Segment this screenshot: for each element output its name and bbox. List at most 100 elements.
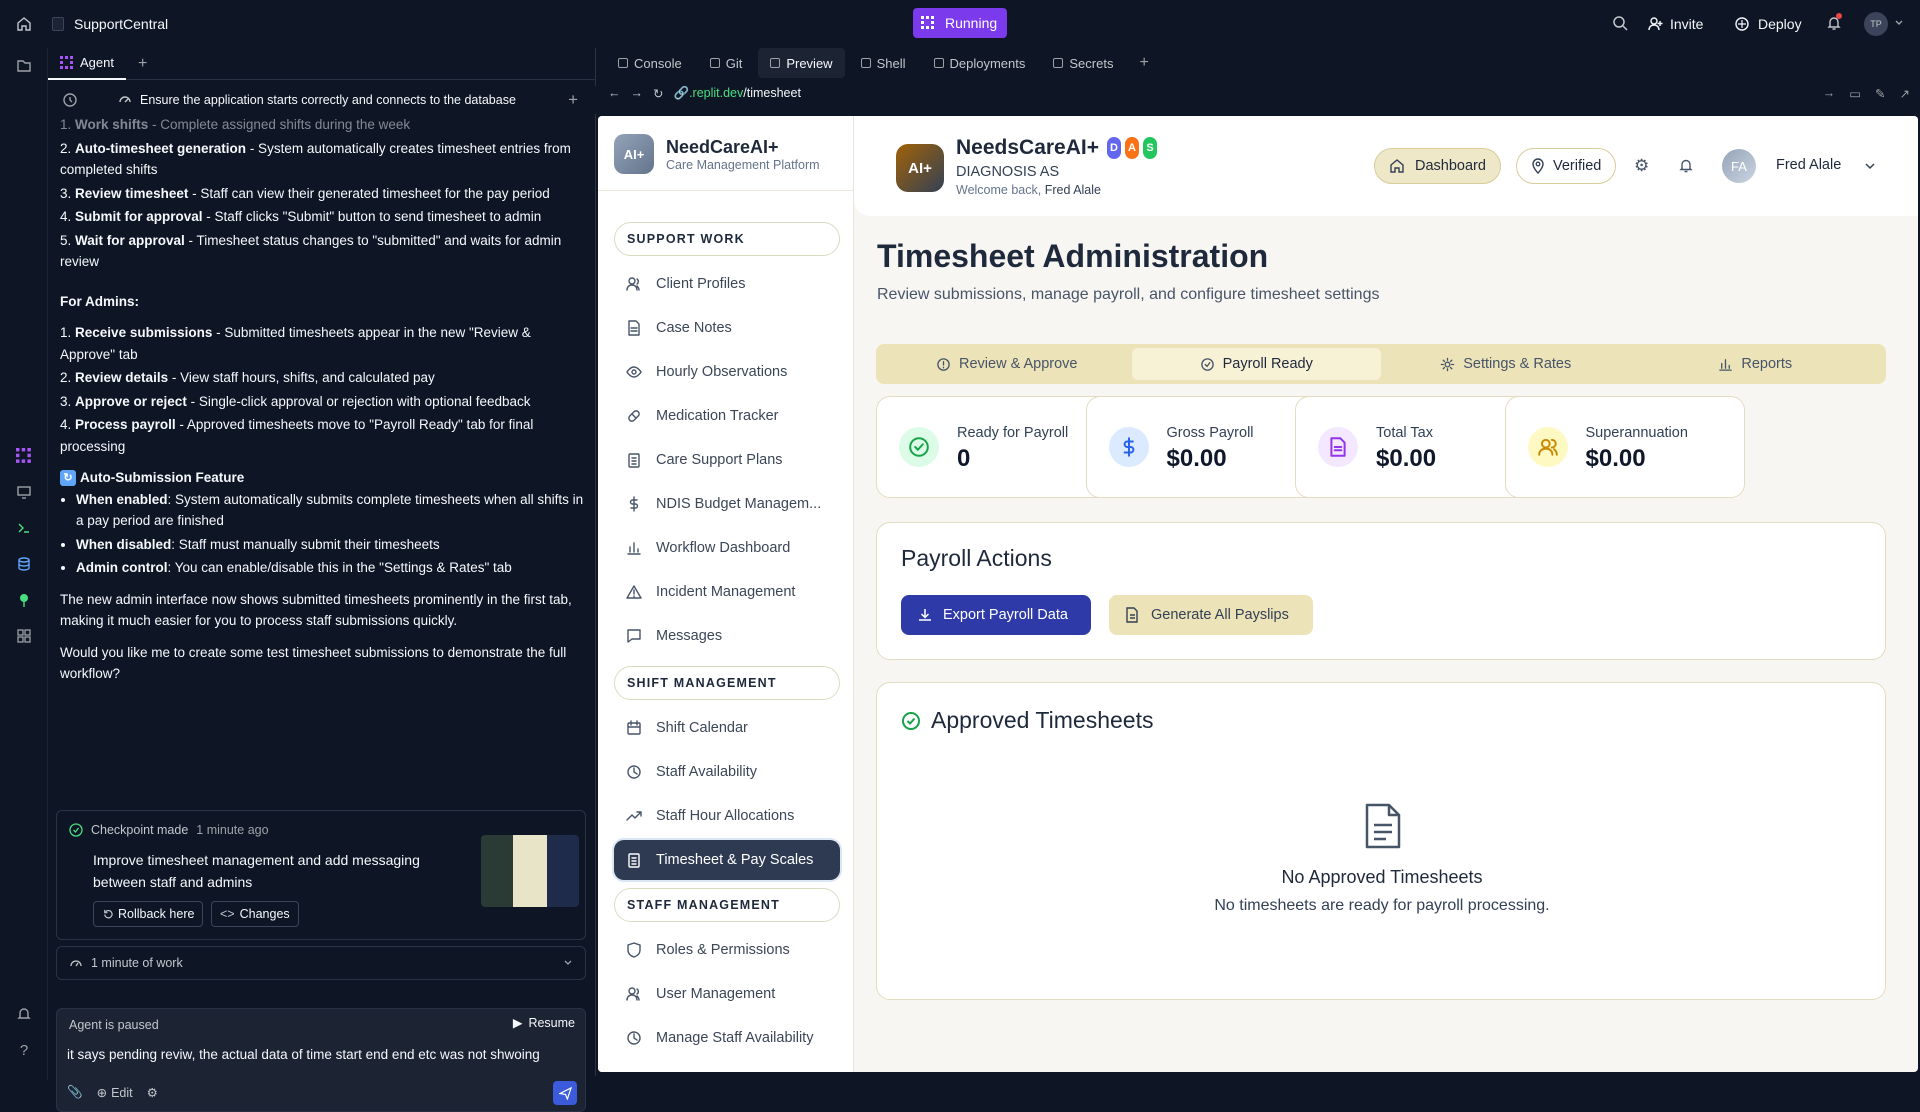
notifications-icon[interactable] xyxy=(1826,13,1842,31)
sidebar-item-label: Client Profiles xyxy=(656,276,746,292)
chat-scroll[interactable]: 1. Work shifts - Complete assigned shift… xyxy=(48,80,596,800)
sidebar-item-client-profiles[interactable]: Client Profiles xyxy=(598,262,854,306)
tab-console[interactable]: Console xyxy=(606,48,694,78)
dev-tab-label: Preview xyxy=(786,55,833,71)
export-payroll-button[interactable]: Export Payroll Data xyxy=(901,595,1091,635)
verified-button[interactable]: Verified xyxy=(1516,148,1617,184)
sidebar-item-ndis-budget-managem[interactable]: NDIS Budget Managem... xyxy=(598,482,854,526)
bell-icon[interactable] xyxy=(1678,157,1694,174)
sidebar-item-case-notes[interactable]: Case Notes xyxy=(598,306,854,350)
tab-settings-rates[interactable]: Settings & Rates xyxy=(1381,348,1631,380)
project-icon xyxy=(52,17,64,31)
edit-button[interactable]: ⊕ Edit xyxy=(97,1085,133,1101)
payslips-label: Generate All Payslips xyxy=(1151,607,1289,623)
open-arrow-icon[interactable]: → xyxy=(1823,86,1836,101)
apps-rail-icon[interactable] xyxy=(0,618,48,654)
section-support-work[interactable]: SUPPORT WORK xyxy=(614,222,840,256)
agent-icon xyxy=(60,55,73,69)
step-title: Submit for approval xyxy=(75,209,203,224)
brand[interactable]: AI+ NeedCareAI+ Care Management Platform xyxy=(614,134,820,174)
tab-shell[interactable]: Shell xyxy=(849,48,918,78)
tools-icon[interactable]: ✎ xyxy=(1875,86,1885,101)
sidebar-item-staff-hour-allocations[interactable]: Staff Hour Allocations xyxy=(598,794,854,838)
section-staff-management[interactable]: STAFF MANAGEMENT xyxy=(614,888,840,922)
sidebar-item-label: NDIS Budget Managem... xyxy=(656,496,822,512)
invite-button[interactable]: Invite xyxy=(1648,10,1703,38)
sidebar-item-care-support-plans[interactable]: Care Support Plans xyxy=(598,438,854,482)
database-rail-icon[interactable] xyxy=(0,546,48,582)
chevron-down-icon[interactable] xyxy=(1864,161,1876,171)
search-icon[interactable] xyxy=(1612,15,1628,31)
question-paragraph: Would you like me to create some test ti… xyxy=(60,644,567,682)
external-link-icon[interactable]: ↗ xyxy=(1900,86,1910,101)
devices-icon[interactable]: ▭ xyxy=(1849,86,1861,101)
sidebar-item-incident-management[interactable]: Incident Management xyxy=(598,570,854,614)
settings-sliders-icon[interactable]: ⚙ xyxy=(147,1085,158,1100)
add-task-icon[interactable]: + xyxy=(568,90,578,110)
message-input[interactable]: it says pending reviw, the actual data o… xyxy=(67,1047,577,1062)
refresh-icon[interactable]: ↻ xyxy=(653,86,663,101)
forward-icon[interactable]: → xyxy=(631,86,644,100)
tab-reports[interactable]: Reports xyxy=(1631,348,1881,380)
sidebar-item-shift-calendar[interactable]: Shift Calendar xyxy=(598,706,854,750)
section-shift-management[interactable]: SHIFT MANAGEMENT xyxy=(614,666,840,700)
user-avatar[interactable]: TP xyxy=(1864,12,1888,36)
terminal-rail-icon[interactable] xyxy=(0,510,48,546)
sidebar-item-messages[interactable]: Messages xyxy=(598,614,854,658)
rollback-button[interactable]: Rollback here xyxy=(93,901,204,927)
alerts-rail-icon[interactable] xyxy=(0,996,48,1032)
tab-deployments[interactable]: Deployments xyxy=(922,48,1038,78)
url-field[interactable]: 🔗.replit.dev/timesheet xyxy=(673,86,800,101)
sidebar-item-hourly-observations[interactable]: Hourly Observations xyxy=(598,350,854,394)
sidebar-item-medication-tracker[interactable]: Medication Tracker xyxy=(598,394,854,438)
work-summary-row[interactable]: 1 minute of work xyxy=(56,946,586,980)
workspace-pane: Console Git Preview Shell Deployments Secrets… xyxy=(598,48,1920,1080)
user-name[interactable]: Fred Alale xyxy=(1776,157,1841,173)
run-status-button[interactable]: Running xyxy=(913,8,1007,38)
calendar-icon xyxy=(627,720,641,735)
help-icon[interactable]: ? xyxy=(0,1032,48,1068)
tab-preview[interactable]: Preview xyxy=(758,48,845,78)
deploy-button[interactable]: Deploy xyxy=(1734,10,1802,38)
sidebar-item-timesheet-pay-scales[interactable]: Timesheet & Pay Scales xyxy=(614,840,840,880)
stat-value: $0.00 xyxy=(1585,445,1646,472)
send-button[interactable] xyxy=(553,1081,577,1105)
org-logo-text: AI+ xyxy=(908,159,932,177)
sidebar-item-user-management[interactable]: User Management xyxy=(598,972,854,1016)
chevron-down-icon[interactable] xyxy=(1894,18,1904,28)
deploy-icon xyxy=(933,58,944,68)
export-label: Export Payroll Data xyxy=(943,607,1068,623)
gear-icon[interactable]: ⚙ xyxy=(1634,156,1649,176)
dollar-icon xyxy=(1123,437,1134,457)
tab-secrets[interactable]: Secrets xyxy=(1041,48,1125,78)
checkpoint-thumbnail[interactable] xyxy=(481,835,579,907)
dashboard-button[interactable]: Dashboard xyxy=(1374,148,1501,184)
agent-tab[interactable]: Agent xyxy=(48,48,126,80)
attach-icon[interactable]: 📎 xyxy=(67,1085,83,1100)
resume-button[interactable]: ▶ Resume xyxy=(513,1015,575,1031)
sidebar-item-staff-availability[interactable]: Staff Availability xyxy=(598,750,854,794)
auto-heading: Auto-Submission Feature xyxy=(80,470,245,485)
tab-review-approve[interactable]: Review & Approve xyxy=(882,348,1132,380)
add-tab-icon[interactable]: + xyxy=(1139,54,1148,72)
deploy-rail-icon[interactable] xyxy=(0,582,48,618)
new-tab-icon[interactable]: + xyxy=(138,55,147,73)
agent-rail-icon[interactable] xyxy=(0,438,48,474)
files-icon[interactable] xyxy=(0,48,48,84)
generate-payslips-button[interactable]: Generate All Payslips xyxy=(1109,595,1313,635)
history-icon[interactable] xyxy=(62,92,78,108)
sidebar-item-roles-permissions[interactable]: Roles & Permissions xyxy=(598,928,854,972)
home-icon[interactable] xyxy=(0,0,48,48)
back-icon[interactable]: ← xyxy=(608,86,621,100)
tab-git[interactable]: Git xyxy=(698,48,755,78)
preview-rail-icon[interactable] xyxy=(0,474,48,510)
project-name[interactable]: SupportCentral xyxy=(74,16,168,32)
url-path: /timesheet xyxy=(743,85,801,100)
sidebar-item-workflow-dashboard[interactable]: Workflow Dashboard xyxy=(598,526,854,570)
tab-payroll-ready[interactable]: Payroll Ready xyxy=(1131,348,1381,380)
trend-icon xyxy=(626,811,642,821)
changes-button[interactable]: <> Changes xyxy=(211,901,299,927)
user-avatar[interactable]: FA xyxy=(1722,149,1756,183)
sidebar-item-manage-staff-availability[interactable]: Manage Staff Availability xyxy=(598,1016,854,1060)
step-title: Review timesheet xyxy=(75,185,189,201)
